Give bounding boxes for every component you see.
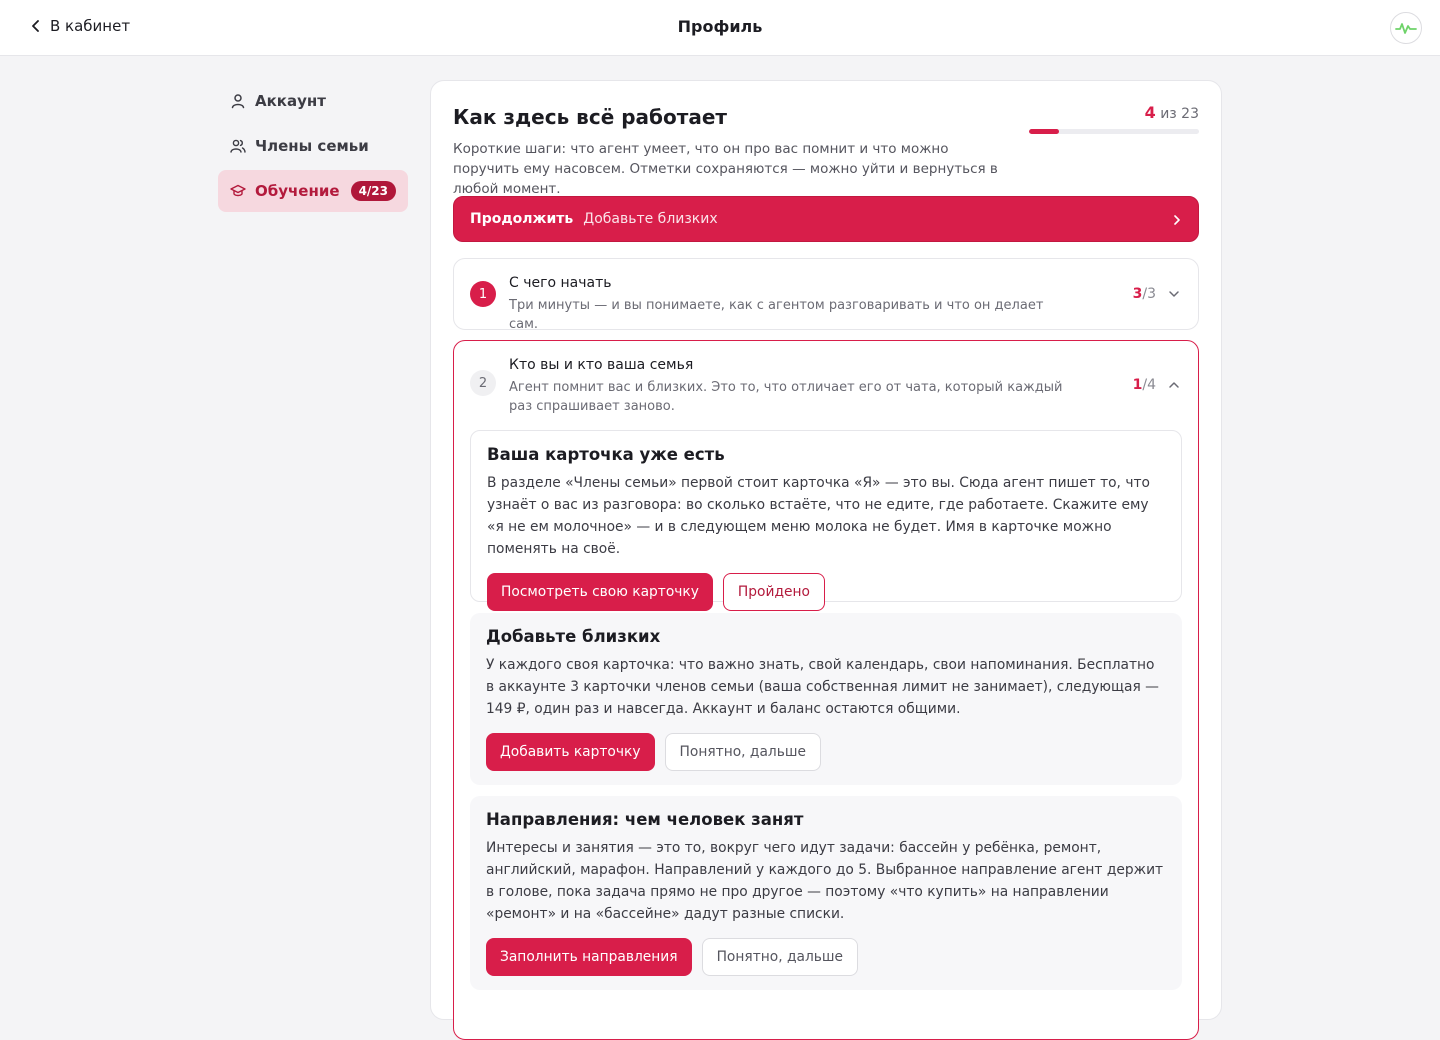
fill-directions-button[interactable]: Заполнить направления [486,938,692,976]
sidebar-item-label: Аккаунт [255,92,326,110]
section-you-and-family: 2 Кто вы и кто ваша семья Агент помнит в… [453,340,1199,1040]
completed-button[interactable]: Пройдено [722,573,825,611]
progress-count: 4 из 23 [1029,103,1199,122]
section-progress: 3/3 [1133,286,1156,302]
got-it-next-button[interactable]: Понятно, дальше [701,938,859,976]
sidebar-item-label: Члены семьи [255,137,369,155]
learning-progress-badge: 4/23 [350,181,396,201]
onboarding-header: Как здесь всё работает Короткие шаги: чт… [453,105,1013,199]
add-card-button[interactable]: Добавить карточку [486,733,655,771]
continue-next-step: Добавьте близких [583,211,718,227]
continue-button[interactable]: Продолжить Добавьте близких [453,196,1199,242]
lesson-text: В разделе «Члены семьи» первой стоит кар… [487,475,1150,557]
section-total: /4 [1142,377,1156,393]
lesson-directions: Направления: чем человек занят Интересы … [470,796,1182,990]
got-it-next-button[interactable]: Понятно, дальше [664,733,821,771]
lesson-text: Интересы и занятия — это то, вокруг чего… [486,840,1164,922]
section-progress: 1/4 [1133,377,1156,393]
sidebar-item-account[interactable]: Аккаунт [218,80,408,122]
user-icon [230,93,246,109]
onboarding-title: Как здесь всё работает [453,105,727,129]
sidebar-item-label: Обучение [255,182,340,200]
onboarding-card: Как здесь всё работает Короткие шаги: чт… [430,80,1222,1040]
page-title: Профиль [677,17,763,36]
section-number: 1 [470,281,496,307]
progress-bar [1029,129,1199,134]
section-title: С чего начать [509,275,612,291]
progress-done: 4 [1144,103,1156,122]
lesson-title: Ваша карточка уже есть [487,445,725,464]
pulse-logo-icon [1395,23,1417,34]
progress-bar-fill [1029,129,1059,134]
section-getting-started: 1 С чего начать Три минуты — и вы понима… [453,258,1199,332]
progress-total: из 23 [1160,106,1199,122]
chevron-up-icon[interactable] [1168,379,1180,391]
top-bar: В кабинет Профиль [0,0,1440,56]
lesson-text: У каждого своя карточка: что важно знать… [486,657,1159,717]
onboarding-description: Короткие шаги: что агент умеет, что он п… [453,141,998,197]
chevron-right-icon [1172,210,1182,229]
section-description: Агент помнит вас и близких. Это то, что … [509,380,1063,414]
lesson-actions: Посмотреть свою карточку Пройдено [487,573,1165,611]
view-your-card-button[interactable]: Посмотреть свою карточку [487,573,713,611]
section-done: 1 [1132,377,1143,393]
back-label: В кабинет [50,17,131,35]
lesson-actions: Добавить карточку Понятно, дальше [486,733,1166,771]
section-total: /3 [1142,286,1156,302]
lesson-actions: Заполнить направления Понятно, дальше [486,938,1166,976]
section-description: Три минуты — и вы понимаете, как с агент… [509,298,1044,332]
graduation-cap-icon [230,183,246,199]
sidebar-item-family[interactable]: Члены семьи [218,125,408,167]
back-to-cabinet-link[interactable]: В кабинет [30,17,130,35]
app-logo[interactable] [1390,12,1422,44]
lesson-your-card: Ваша карточка уже есть В разделе «Члены … [470,430,1182,611]
lesson-add-relatives: Добавьте близких У каждого своя карточка… [470,613,1182,785]
continue-label: Продолжить [470,211,574,227]
section-done: 3 [1132,286,1143,302]
section-title: Кто вы и кто ваша семья [509,357,694,373]
chevron-down-icon[interactable] [1168,288,1180,300]
lesson-title: Добавьте близких [486,627,661,646]
onboarding-progress: 4 из 23 [1029,103,1199,134]
profile-sidebar: Аккаунт Члены семьи Обучение 4/23 [218,80,408,215]
section-header[interactable]: 1 С чего начать Три минуты — и вы понима… [454,259,1198,332]
lesson-title: Направления: чем человек занят [486,810,804,829]
section-header[interactable]: 2 Кто вы и кто ваша семья Агент помнит в… [454,341,1198,421]
sidebar-item-learning[interactable]: Обучение 4/23 [218,170,408,212]
chevron-left-icon [32,20,39,32]
section-number: 2 [470,370,496,396]
users-icon [230,138,246,154]
